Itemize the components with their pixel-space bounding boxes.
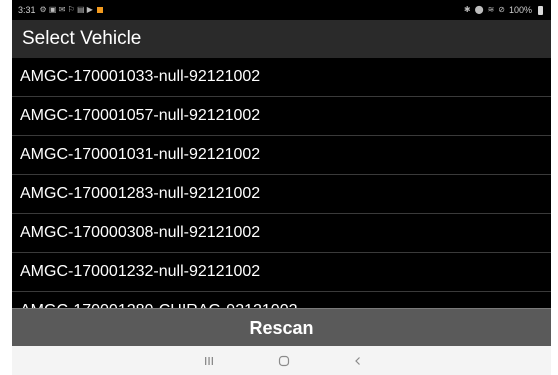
vehicle-item[interactable]: AMGC-170001280-CHIRAG-92121002 (12, 292, 551, 308)
bluetooth-icon: ✱ (463, 5, 471, 14)
battery-icon (538, 5, 543, 15)
notification-badge-icon (96, 7, 103, 13)
vehicle-list[interactable]: AMGC-170001033-null-92121002 AMGC-170001… (12, 58, 551, 308)
vehicle-item[interactable]: AMGC-170001232-null-92121002 (12, 253, 551, 292)
location-icon: ⬤ (474, 5, 484, 14)
page-margin-right (551, 0, 558, 375)
title-bar: Select Vehicle (12, 20, 551, 58)
status-bar: 3:31 ⚙ ▣ ✉ ⚐ ▤ ▶ ✱ ⬤ ≋ ⊘ 100% (12, 0, 551, 20)
vehicle-item[interactable]: AMGC-170000308-null-92121002 (12, 214, 551, 253)
status-time: 3:31 (18, 5, 36, 15)
button-area: Rescan (12, 308, 551, 347)
notification-icons: ⚙ ▣ ✉ ⚐ ▤ ▶ (39, 5, 93, 14)
home-icon[interactable] (272, 352, 296, 370)
status-left: 3:31 ⚙ ▣ ✉ ⚐ ▤ ▶ (18, 0, 103, 20)
recents-icon[interactable] (197, 352, 221, 370)
back-icon[interactable] (346, 352, 370, 370)
page-title: Select Vehicle (22, 28, 142, 49)
vehicle-item[interactable]: AMGC-170001031-null-92121002 (12, 136, 551, 175)
vehicle-item[interactable]: AMGC-170001057-null-92121002 (12, 97, 551, 136)
vehicle-item[interactable]: AMGC-170001283-null-92121002 (12, 175, 551, 214)
wifi-icon: ≋ (487, 5, 495, 14)
dnd-icon: ⊘ (498, 5, 505, 14)
status-right: ✱ ⬤ ≋ ⊘ 100% (464, 0, 543, 20)
navigation-bar (12, 346, 551, 375)
page-margin-left (0, 0, 12, 375)
battery-text: 100% (508, 5, 532, 15)
rescan-button[interactable]: Rescan (12, 309, 551, 347)
vehicle-item[interactable]: AMGC-170001033-null-92121002 (12, 58, 551, 97)
device-screen: 3:31 ⚙ ▣ ✉ ⚐ ▤ ▶ ✱ ⬤ ≋ ⊘ 100% Select Veh… (12, 0, 551, 375)
